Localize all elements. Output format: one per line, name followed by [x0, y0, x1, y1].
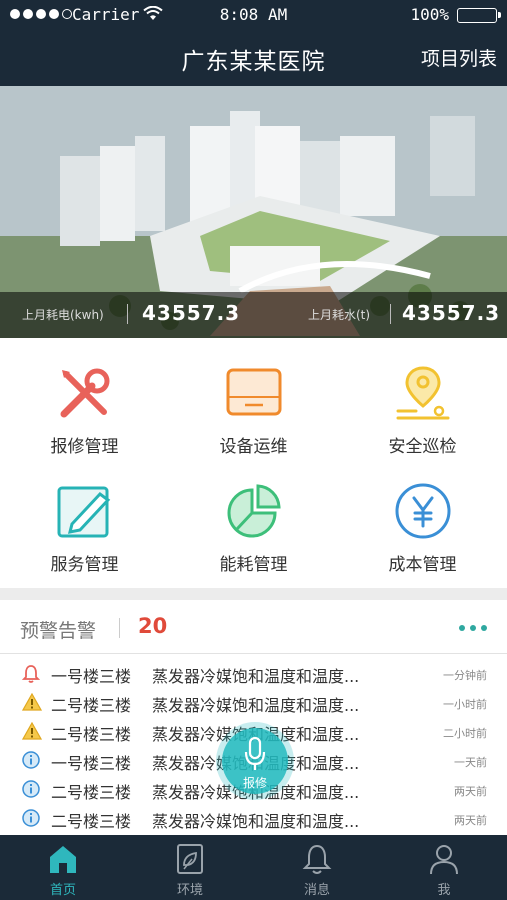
project-list-button[interactable]: 项目列表 [421, 44, 497, 71]
alert-location: 二号楼三楼 [51, 696, 132, 715]
alert-time: 一小时前 [443, 698, 487, 711]
wrench-pencil-icon [60, 368, 110, 418]
alert-row[interactable]: 二号楼三楼 蒸发器冷媒饱和温度和温度... 两天前 [0, 805, 507, 834]
alert-location: 二号楼三楼 [51, 812, 132, 831]
alert-location: 一号楼三楼 [51, 667, 132, 686]
battery-percent: 100% [410, 5, 449, 24]
tab-label: 环境 [176, 883, 203, 898]
pie-chart-icon [227, 484, 281, 538]
menu-service-management[interactable]: 服务管理 [0, 460, 169, 578]
battery-icon [457, 8, 501, 23]
menu-label: 服务管理 [50, 555, 119, 575]
hospital-banner: 上月耗电(kwh) 43557.3 上月耗水(t) 43557.3 [0, 86, 507, 338]
tab-home[interactable]: 首页 [0, 835, 126, 900]
location-pin-icon [396, 366, 450, 420]
alert-message: 蒸发器冷媒饱和温度和温度... [152, 667, 360, 686]
tab-label: 首页 [49, 883, 76, 898]
tab-messages[interactable]: 消息 [254, 835, 380, 900]
alert-time: 一天前 [454, 756, 487, 769]
menu-label: 设备运维 [219, 437, 288, 457]
info-icon [22, 751, 40, 769]
tab-environment[interactable]: 环境 [127, 835, 253, 900]
voice-repair-button[interactable]: 报修 [222, 728, 288, 794]
device-box-icon [226, 368, 282, 416]
alert-message: 蒸发器冷媒饱和温度和温度... [152, 812, 360, 831]
menu-repair-management[interactable]: 报修管理 [0, 342, 169, 460]
alert-location: 二号楼三楼 [51, 725, 132, 744]
alert-row[interactable]: 二号楼三楼 蒸发器冷媒饱和温度和温度... 一小时前 [0, 689, 507, 718]
user-icon [430, 845, 458, 875]
bell-icon [22, 665, 40, 683]
alert-time: 二小时前 [443, 727, 487, 740]
nav-bar: 广东某某医院 项目列表 [0, 30, 507, 86]
alert-panel: 预警告警 20 一号楼三楼 蒸发器冷媒饱和温度和温度... 一分钟前 二号楼三楼… [0, 600, 507, 835]
alert-time: 两天前 [454, 785, 487, 798]
menu-energy-management[interactable]: 能耗管理 [169, 460, 338, 578]
divider [390, 304, 391, 324]
menu-equipment-operation[interactable]: 设备运维 [169, 342, 338, 460]
menu-label: 安全巡检 [388, 437, 457, 457]
divider [127, 304, 128, 324]
alert-time: 一分钟前 [443, 669, 487, 682]
alert-header: 预警告警 20 [0, 600, 507, 654]
electric-label: 上月耗电(kwh) [22, 308, 104, 322]
bell-icon [302, 844, 332, 874]
menu-label: 报修管理 [50, 437, 119, 457]
water-label: 上月耗水(t) [308, 308, 371, 322]
electric-value: 43557.3 [142, 301, 241, 325]
tab-me[interactable]: 我 [381, 835, 507, 900]
info-icon [22, 809, 40, 827]
alert-location: 一号楼三楼 [51, 754, 132, 773]
alert-count: 20 [138, 614, 168, 638]
environment-icon [177, 844, 203, 874]
home-icon [50, 846, 76, 873]
menu-label: 能耗管理 [219, 555, 288, 575]
fab-label: 报修 [242, 776, 267, 790]
microphone-icon [244, 736, 266, 770]
warning-icon [22, 722, 42, 740]
edit-pencil-icon [57, 486, 111, 538]
water-value: 43557.3 [402, 301, 501, 325]
alert-title: 预警告警 [20, 620, 97, 642]
consumption-stats: 上月耗电(kwh) 43557.3 上月耗水(t) 43557.3 [0, 292, 507, 338]
alert-time: 两天前 [454, 814, 487, 827]
alert-row[interactable]: 一号楼三楼 蒸发器冷媒饱和温度和温度... 一分钟前 [0, 660, 507, 689]
info-icon [22, 780, 40, 798]
yen-circle-icon [395, 483, 451, 539]
alert-message: 蒸发器冷媒饱和温度和温度... [152, 696, 360, 715]
more-icon[interactable] [459, 625, 487, 631]
menu-label: 成本管理 [388, 555, 457, 575]
tab-label: 我 [437, 883, 451, 898]
menu-safety-inspection[interactable]: 安全巡检 [338, 342, 507, 460]
tab-label: 消息 [303, 883, 330, 898]
alert-location: 二号楼三楼 [51, 783, 132, 802]
status-bar: Carrier 8:08 AM 100% [0, 0, 507, 30]
warning-icon [22, 693, 42, 711]
tab-bar: 首页 环境 消息 我 [0, 835, 507, 900]
function-menu: 报修管理 设备运维 安全巡检 服务管理 能耗管理 成本管理 [0, 338, 507, 588]
divider [119, 618, 120, 638]
menu-cost-management[interactable]: 成本管理 [338, 460, 507, 578]
